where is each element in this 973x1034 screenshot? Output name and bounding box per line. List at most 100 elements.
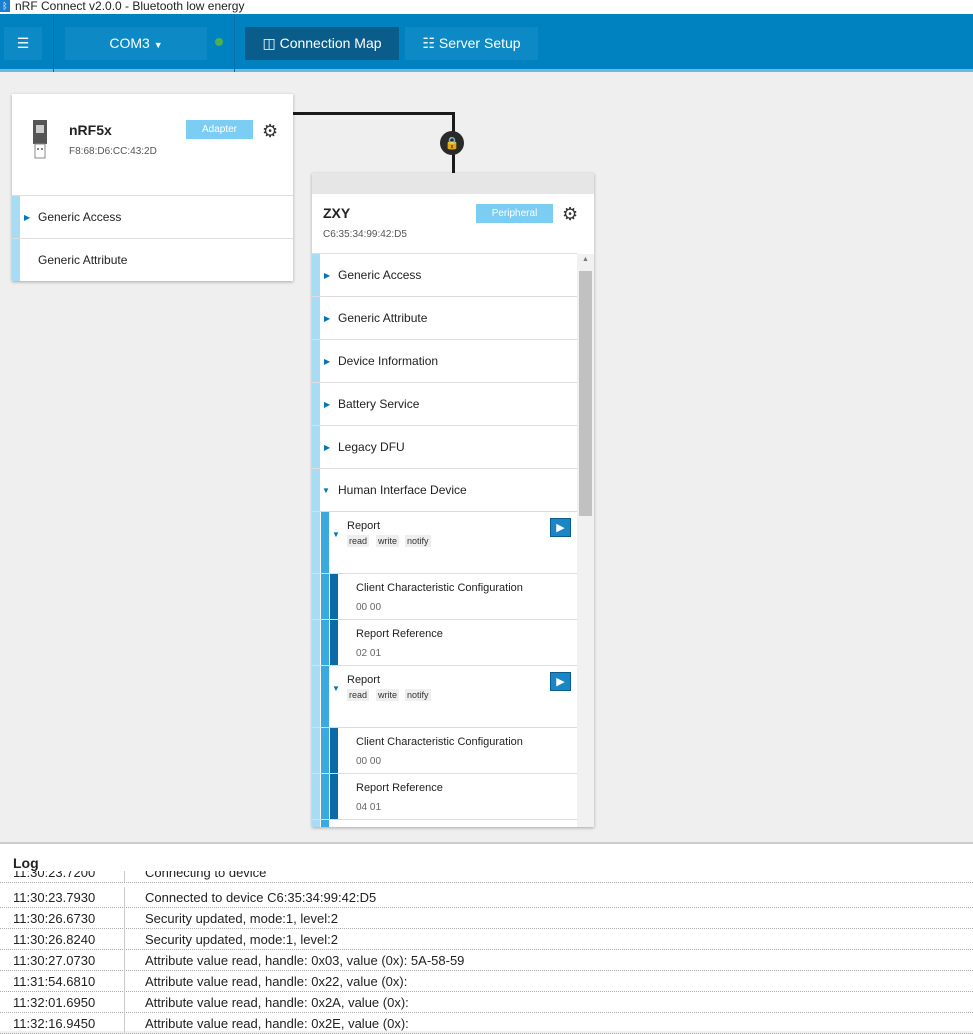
descriptor-bar: [330, 620, 338, 665]
column-divider: [124, 887, 125, 908]
property-tag: notify: [405, 689, 431, 701]
server-setup-label: Server Setup: [438, 35, 521, 51]
characteristic-bar: [321, 820, 329, 827]
connection-line: [293, 112, 454, 115]
log-time: 11:30:26.6730: [13, 911, 96, 926]
property-tag: read: [347, 689, 370, 701]
gear-icon[interactable]: ⚙: [262, 122, 278, 140]
characteristic-row[interactable]: ▼ Report read write notify ▶: [312, 665, 577, 727]
columns-icon: ◫: [262, 35, 276, 51]
characteristic-bar: [321, 666, 329, 727]
descriptor-row[interactable]: Report Reference 04 01: [312, 773, 577, 819]
gear-icon[interactable]: ⚙: [562, 205, 578, 223]
service-bar: [312, 254, 320, 296]
service-row[interactable]: ▶ Legacy DFU: [312, 425, 577, 468]
play-icon[interactable]: ▶: [550, 672, 571, 691]
descriptor-row[interactable]: [312, 819, 577, 827]
port-label: COM3: [109, 35, 150, 51]
service-row[interactable]: ▶ Generic Attribute: [312, 296, 577, 339]
port-select-button[interactable]: COM3 ▼: [65, 27, 207, 60]
service-label: Generic Access: [38, 210, 122, 224]
toolbar-divider: [53, 14, 54, 72]
log-message: Security updated, mode:1, level:2: [145, 911, 338, 926]
log-row: 11:30:26.6730 Security updated, mode:1, …: [0, 908, 973, 929]
service-label: Legacy DFU: [338, 440, 405, 454]
service-bar: [312, 426, 320, 468]
service-row[interactable]: ▶ Generic Access: [12, 195, 293, 238]
vertical-scrollbar[interactable]: ▲: [577, 254, 594, 827]
service-row[interactable]: ▶ Generic Access: [312, 253, 577, 296]
usb-dongle-icon: [33, 120, 47, 159]
column-divider: [124, 871, 125, 882]
service-label: Generic Access: [338, 268, 422, 282]
descriptor-row[interactable]: Client Characteristic Configuration 00 0…: [312, 573, 577, 619]
descriptor-bar: [330, 774, 338, 819]
log-row: 11:30:23.7200 Connecting to device: [0, 871, 973, 883]
characteristic-label: Report: [347, 674, 381, 686]
service-bar: [312, 469, 320, 511]
peripheral-name: ZXY: [323, 205, 351, 221]
characteristic-bar: [321, 512, 329, 573]
descriptor-row[interactable]: Report Reference 02 01: [312, 619, 577, 665]
adapter-name: nRF5x: [69, 122, 112, 138]
log-time: 11:30:23.7200: [13, 871, 96, 880]
service-bar: [312, 666, 320, 727]
server-setup-button[interactable]: ☷ Server Setup: [405, 27, 538, 60]
descriptor-label: Client Characteristic Configuration: [356, 582, 523, 594]
descriptor-bar: [330, 574, 338, 619]
property-tag: notify: [405, 535, 431, 547]
scrollbar-thumb[interactable]: [579, 271, 592, 516]
caret-right-icon: ▶: [324, 400, 331, 409]
play-icon[interactable]: ▶: [550, 518, 571, 537]
service-bar: [12, 239, 20, 281]
log-time: 11:30:27.0730: [13, 953, 96, 968]
service-bar: [312, 774, 320, 819]
log-time: 11:30:26.8240: [13, 932, 96, 947]
log-title: Log: [13, 855, 39, 871]
peripheral-badge: Peripheral: [476, 204, 553, 223]
hamburger-menu-icon[interactable]: ☰: [4, 27, 42, 60]
caret-down-icon: ▼: [322, 486, 330, 495]
service-row[interactable]: ▶ Battery Service: [312, 382, 577, 425]
caret-right-icon: ▶: [324, 443, 331, 452]
adapter-card: nRF5x F8:68:D6:CC:43:2D Adapter ⚙ ▶ Gene…: [12, 94, 293, 281]
peripheral-card: ZXY C6:35:34:99:42:D5 Peripheral ⚙ ▶ Gen…: [312, 173, 594, 827]
peripheral-address: C6:35:34:99:42:D5: [323, 229, 407, 240]
service-bar: [312, 297, 320, 339]
descriptor-value: 00 00: [356, 602, 382, 613]
service-bar: [312, 820, 320, 827]
log-message: Connected to device C6:35:34:99:42:D5: [145, 890, 377, 905]
log-row: 11:32:01.6950 Attribute value read, hand…: [0, 992, 973, 1013]
descriptor-label: Report Reference: [356, 628, 443, 640]
caret-down-icon: ▼: [332, 684, 340, 693]
top-toolbar: ☰ COM3 ▼ ◫ Connection Map ☷ Server Setup: [0, 14, 973, 72]
service-row[interactable]: ▶ Device Information: [312, 339, 577, 382]
caret-right-icon: ▶: [24, 213, 31, 222]
caret-down-icon: ▼: [332, 530, 340, 539]
log-panel: Log 11:30:23.7200 Connecting to device 1…: [0, 842, 973, 1034]
peripheral-header-bar[interactable]: [312, 173, 594, 194]
descriptor-row[interactable]: Client Characteristic Configuration 00 0…: [312, 727, 577, 773]
service-row[interactable]: Generic Attribute: [12, 238, 293, 281]
characteristic-bar: [321, 574, 329, 619]
property-tag: write: [376, 689, 400, 701]
caret-right-icon: ▶: [324, 357, 331, 366]
scroll-up-icon[interactable]: ▲: [577, 256, 594, 266]
log-row: 11:30:26.8240 Security updated, mode:1, …: [0, 929, 973, 950]
log-row: 11:30:27.0730 Attribute value read, hand…: [0, 950, 973, 971]
toolbar-divider: [234, 14, 235, 72]
adapter-address: F8:68:D6:CC:43:2D: [69, 146, 157, 157]
service-label: Battery Service: [338, 397, 420, 411]
caret-right-icon: ▶: [324, 314, 331, 323]
service-label: Human Interface Device: [338, 483, 467, 497]
property-tag: read: [347, 535, 370, 547]
adapter-badge: Adapter: [186, 120, 253, 139]
list-icon: ☷: [422, 35, 435, 51]
characteristic-row[interactable]: ▼ Report read write notify ▶: [312, 511, 577, 573]
service-bar: [312, 512, 320, 573]
lock-icon[interactable]: 🔒: [440, 131, 464, 155]
service-row-expanded[interactable]: ▼ Human Interface Device: [312, 468, 577, 511]
connection-map-button[interactable]: ◫ Connection Map: [245, 27, 399, 60]
service-bar: [312, 728, 320, 773]
column-divider: [124, 908, 125, 929]
